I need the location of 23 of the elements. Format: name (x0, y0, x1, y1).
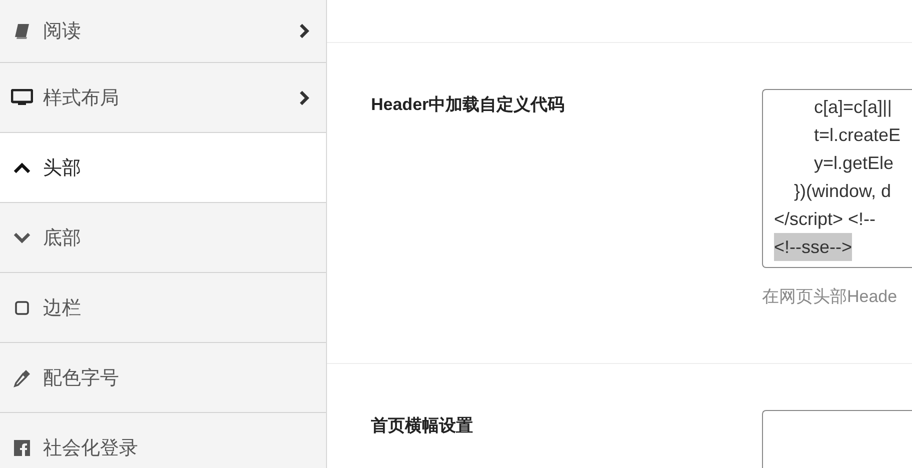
sidebar-item[interactable]: 社会化登录 (0, 413, 326, 468)
monitor-icon (11, 88, 33, 106)
code-line: t=l.createE (813, 124, 901, 147)
setting-label: 首页横幅设置 (371, 415, 474, 437)
sidebar-item[interactable]: 头部 (0, 133, 326, 203)
sidebar-item[interactable]: 底部 (0, 203, 326, 273)
code-line: c[a]=c[a]|| (813, 96, 892, 119)
code-line: })(window, d (793, 180, 892, 203)
caret-up-icon (13, 162, 31, 174)
book-icon (13, 22, 31, 40)
chevron-right-icon (298, 90, 310, 106)
chevron-right-icon (298, 23, 310, 39)
setting-label: Header中加载自定义代码 (371, 94, 566, 116)
code-line: y=l.getEle (813, 152, 894, 175)
sidebar-item[interactable]: 阅读 (0, 0, 326, 63)
code-line: </script> <!-- (774, 208, 876, 231)
code-field[interactable]: c[a]=c[a]|| t=l.createE y=l.getEle })(window, d </script> <!-- <!--sse--> (762, 89, 912, 268)
hint-text: 在网页头部Heade (762, 286, 898, 308)
sidebar-item[interactable]: 边栏 (0, 273, 326, 343)
facebook-icon (13, 438, 31, 456)
caret-down-icon (13, 232, 31, 244)
sidebar-item[interactable]: 配色字号 (0, 343, 326, 413)
square-icon (14, 300, 30, 316)
